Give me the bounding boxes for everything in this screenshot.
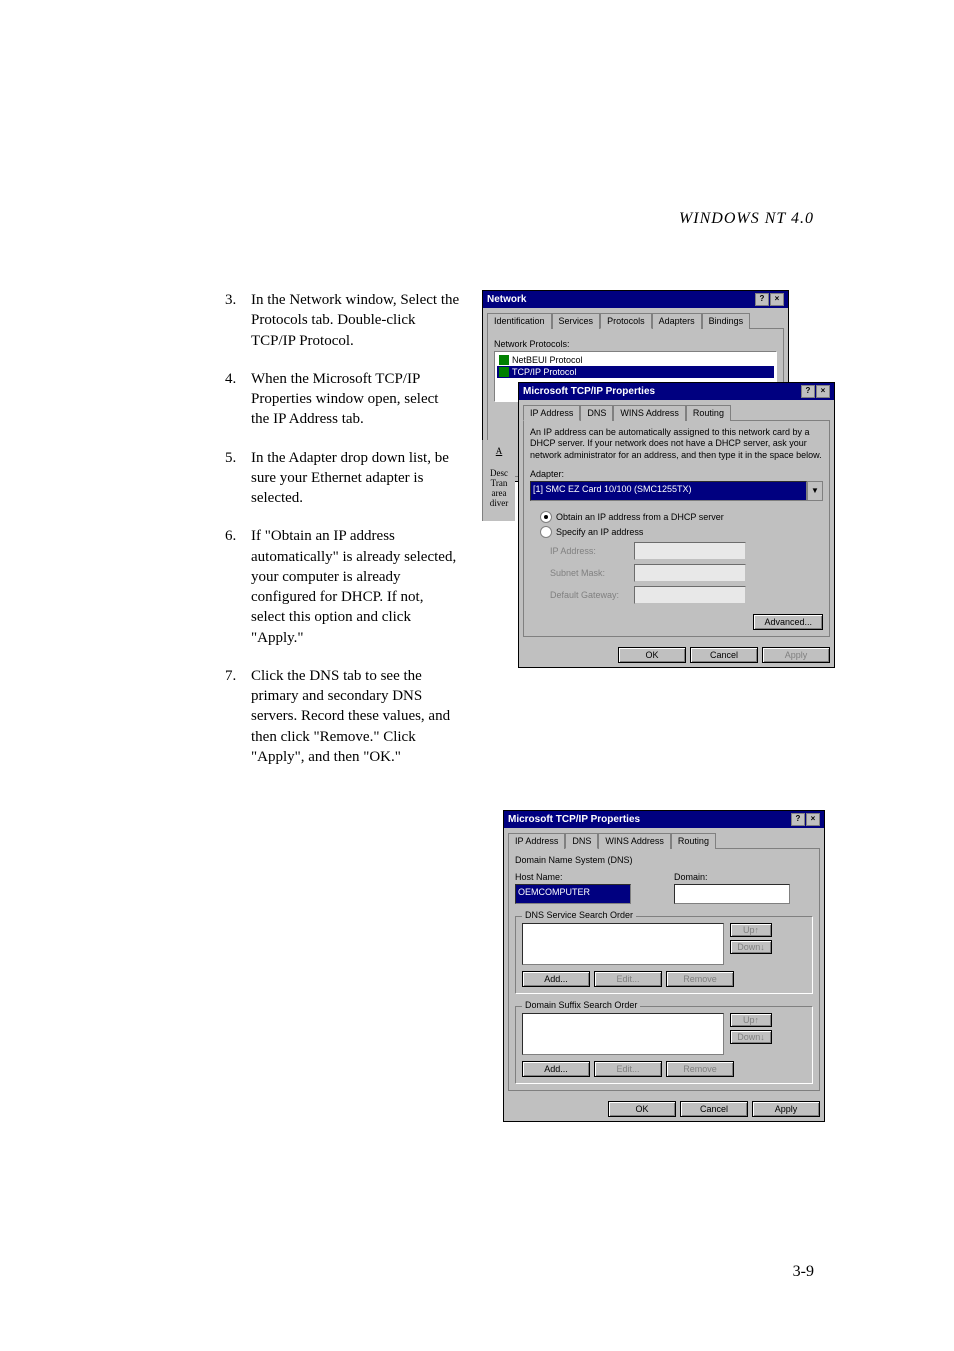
tab-dns[interactable]: DNS xyxy=(580,405,613,421)
adapter-value: [1] SMC EZ Card 10/100 (SMC1255TX) xyxy=(530,481,807,501)
add-button[interactable]: Add... xyxy=(522,971,590,987)
step-text: If "Obtain an IP address automatically" … xyxy=(251,526,460,648)
adapter-dropdown[interactable]: [1] SMC EZ Card 10/100 (SMC1255TX) ▼ xyxy=(530,481,823,501)
help-icon[interactable]: ? xyxy=(755,293,769,306)
step-text: When the Microsoft TCP/IP Properties win… xyxy=(251,369,460,430)
chevron-down-icon[interactable]: ▼ xyxy=(807,481,823,501)
step-number: 3. xyxy=(225,290,251,351)
step-text: Click the DNS tab to see the primary and… xyxy=(251,666,460,767)
tab-routing[interactable]: Routing xyxy=(686,405,731,421)
window-titlebar: Network ? × xyxy=(483,291,788,308)
add-button[interactable]: Add... xyxy=(522,1061,590,1077)
remove-button[interactable]: Remove xyxy=(666,971,734,987)
up-button[interactable]: Up↑ xyxy=(730,923,772,937)
close-icon[interactable]: × xyxy=(816,385,830,398)
dns-properties-window: Microsoft TCP/IP Properties ? × IP Addre… xyxy=(503,810,825,1122)
partial-label: area xyxy=(483,488,515,498)
host-name-field[interactable]: OEMCOMPUTER xyxy=(515,884,631,904)
partial-label: diver xyxy=(483,498,515,508)
window-titlebar: Microsoft TCP/IP Properties ? × xyxy=(519,383,834,400)
down-button[interactable]: Down↓ xyxy=(730,940,772,954)
tab-routing[interactable]: Routing xyxy=(671,833,716,849)
window-title: Microsoft TCP/IP Properties xyxy=(523,386,655,397)
window-title: Microsoft TCP/IP Properties xyxy=(508,814,640,825)
ip-address-field xyxy=(634,542,746,560)
list-item[interactable]: TCP/IP Protocol xyxy=(497,366,774,378)
domain-suffix-list[interactable] xyxy=(522,1013,724,1055)
subnet-mask-field xyxy=(634,564,746,582)
protocol-icon xyxy=(499,355,509,365)
step-number: 7. xyxy=(225,666,251,767)
close-icon[interactable]: × xyxy=(806,813,820,826)
tab-protocols[interactable]: Protocols xyxy=(600,313,652,329)
partial-label: A xyxy=(483,446,515,456)
host-name-label: Host Name: xyxy=(515,872,654,882)
dns-group-label: Domain Name System (DNS) xyxy=(515,855,813,865)
radio-obtain-dhcp[interactable]: Obtain an IP address from a DHCP server xyxy=(540,511,823,523)
list-item[interactable]: NetBEUI Protocol xyxy=(497,354,774,366)
ip-address-label: IP Address: xyxy=(550,546,628,556)
default-gateway-label: Default Gateway: xyxy=(550,590,628,600)
tab-ip-address[interactable]: IP Address xyxy=(523,405,580,421)
edit-button[interactable]: Edit... xyxy=(594,1061,662,1077)
down-button[interactable]: Down↓ xyxy=(730,1030,772,1044)
partial-label: Tran xyxy=(483,478,515,488)
instructions-list: 3.In the Network window, Select the Prot… xyxy=(225,290,460,785)
up-button[interactable]: Up↑ xyxy=(730,1013,772,1027)
partial-panel: A Desc Tran area diver xyxy=(482,440,515,521)
step-text: In the Adapter drop down list, be sure y… xyxy=(251,448,460,509)
partial-label: Desc xyxy=(483,468,515,478)
tcpip-description: An IP address can be automatically assig… xyxy=(530,427,823,461)
tab-bindings[interactable]: Bindings xyxy=(702,313,751,329)
cancel-button[interactable]: Cancel xyxy=(680,1101,748,1117)
domain-field[interactable] xyxy=(674,884,790,904)
window-title: Network xyxy=(487,294,526,305)
apply-button[interactable]: Apply xyxy=(762,647,830,663)
tab-adapters[interactable]: Adapters xyxy=(652,313,702,329)
tab-identification[interactable]: Identification xyxy=(487,313,552,329)
tcpip-tabs: IP Address DNS WINS Address Routing xyxy=(523,404,830,420)
dns-servers-list[interactable] xyxy=(522,923,724,965)
tab-wins-address[interactable]: WINS Address xyxy=(598,833,671,849)
advanced-button[interactable]: Advanced... xyxy=(753,614,823,630)
cancel-button[interactable]: Cancel xyxy=(690,647,758,663)
page-header: WINDOWS NT 4.0 xyxy=(679,210,814,228)
step-number: 5. xyxy=(225,448,251,509)
domain-label: Domain: xyxy=(674,872,813,882)
step-text: In the Network window, Select the Protoc… xyxy=(251,290,460,351)
apply-button[interactable]: Apply xyxy=(752,1101,820,1117)
page-number: 3-9 xyxy=(793,1263,814,1281)
adapter-label: Adapter: xyxy=(530,469,823,479)
ok-button[interactable]: OK xyxy=(618,647,686,663)
dns-tabs: IP Address DNS WINS Address Routing xyxy=(508,832,820,848)
protocol-icon xyxy=(499,367,509,377)
subnet-mask-label: Subnet Mask: xyxy=(550,568,628,578)
tab-services[interactable]: Services xyxy=(552,313,601,329)
step-number: 4. xyxy=(225,369,251,430)
close-icon[interactable]: × xyxy=(770,293,784,306)
domain-suffix-label: Domain Suffix Search Order xyxy=(522,1000,640,1010)
radio-specify-ip[interactable]: Specify an IP address xyxy=(540,526,823,538)
edit-button[interactable]: Edit... xyxy=(594,971,662,987)
tab-ip-address[interactable]: IP Address xyxy=(508,833,565,849)
ok-button[interactable]: OK xyxy=(608,1101,676,1117)
tcpip-properties-window: Microsoft TCP/IP Properties ? × IP Addre… xyxy=(518,382,835,668)
help-icon[interactable]: ? xyxy=(791,813,805,826)
network-tabs: Identification Services Protocols Adapte… xyxy=(487,312,784,328)
help-icon[interactable]: ? xyxy=(801,385,815,398)
tab-dns[interactable]: DNS xyxy=(565,833,598,849)
protocols-list-label: Network Protocols: xyxy=(494,339,777,349)
tab-wins-address[interactable]: WINS Address xyxy=(613,405,686,421)
dns-search-order-label: DNS Service Search Order xyxy=(522,910,636,920)
window-titlebar: Microsoft TCP/IP Properties ? × xyxy=(504,811,824,828)
default-gateway-field xyxy=(634,586,746,604)
step-number: 6. xyxy=(225,526,251,648)
remove-button[interactable]: Remove xyxy=(666,1061,734,1077)
